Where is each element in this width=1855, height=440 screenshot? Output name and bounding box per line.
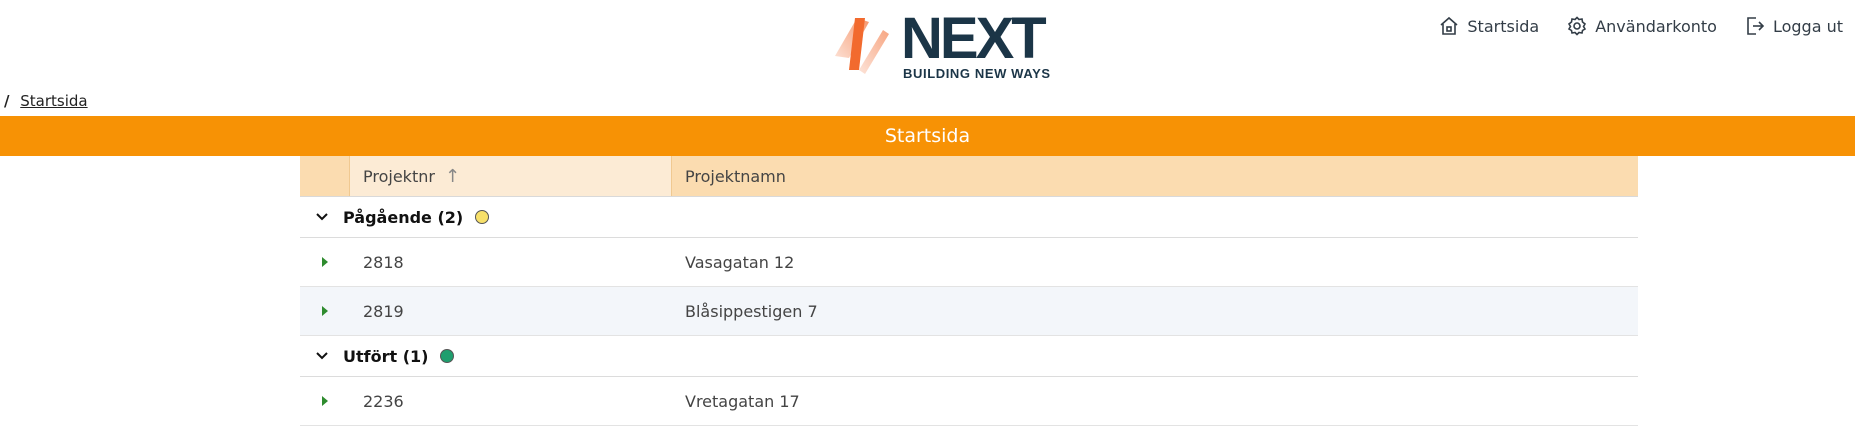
expand-row-icon[interactable] bbox=[300, 305, 350, 317]
cell-projektnr: 2818 bbox=[363, 252, 404, 272]
breadcrumb: / Startsida bbox=[4, 92, 88, 110]
expand-row-icon[interactable] bbox=[300, 395, 350, 407]
nav-startsida-label: Startsida bbox=[1467, 16, 1540, 36]
cell-projektnamn: Blåsippestigen 7 bbox=[685, 301, 818, 321]
nav-anvandarkonto-label: Användarkonto bbox=[1595, 16, 1717, 36]
group-label: Pågående (2) bbox=[343, 207, 464, 227]
cell-projektnamn: Vasagatan 12 bbox=[685, 252, 795, 272]
breadcrumb-link-startsida[interactable]: Startsida bbox=[20, 92, 87, 110]
table-row[interactable]: 2236 Vretagatan 17 bbox=[300, 377, 1638, 426]
table-row[interactable]: 2819 Blåsippestigen 7 bbox=[300, 287, 1638, 336]
expand-row-icon[interactable] bbox=[300, 256, 350, 268]
column-header-projektnamn[interactable]: Projektnamn bbox=[672, 156, 1638, 196]
project-grid: Projektnr ↑ Projektnamn Pågående (2) 281… bbox=[300, 156, 1638, 426]
collapse-chevron-icon[interactable] bbox=[300, 213, 343, 221]
group-row-utfort[interactable]: Utfört (1) bbox=[300, 336, 1638, 377]
column-header-projektnr[interactable]: Projektnr ↑ bbox=[350, 156, 672, 196]
table-row[interactable]: 2818 Vasagatan 12 bbox=[300, 238, 1638, 287]
logo-tagline: BUILDING NEW WAYS bbox=[903, 66, 1051, 81]
logo-mark-icon bbox=[835, 18, 889, 74]
logout-icon bbox=[1747, 17, 1765, 35]
group-label: Utfört (1) bbox=[343, 346, 429, 366]
status-dot-icon bbox=[440, 349, 455, 363]
nav-logga-ut-label: Logga ut bbox=[1772, 16, 1843, 36]
column-header-projektnamn-label: Projektnamn bbox=[685, 166, 786, 186]
status-dot-icon bbox=[475, 210, 490, 224]
nav-logga-ut[interactable]: Logga ut bbox=[1745, 16, 1843, 36]
grid-header: Projektnr ↑ Projektnamn bbox=[300, 156, 1638, 197]
nav-anvandarkonto[interactable]: Användarkonto bbox=[1567, 16, 1717, 36]
logo-wordmark: NEXT bbox=[901, 6, 1047, 71]
collapse-chevron-icon[interactable] bbox=[300, 352, 343, 360]
cell-projektnr: 2236 bbox=[363, 391, 404, 411]
sort-ascending-icon: ↑ bbox=[444, 165, 461, 187]
nav-startsida[interactable]: Startsida bbox=[1439, 16, 1539, 36]
top-navigation: Startsida Användarkonto Logga ut bbox=[1439, 10, 1855, 42]
cell-projektnr: 2819 bbox=[363, 301, 404, 321]
header-expand-cell bbox=[300, 156, 350, 196]
group-row-pagaende[interactable]: Pågående (2) bbox=[300, 197, 1638, 238]
page-title: Startsida bbox=[884, 125, 971, 147]
cell-projektnamn: Vretagatan 17 bbox=[685, 391, 800, 411]
column-header-projektnr-label: Projektnr bbox=[363, 166, 435, 186]
page-title-bar: Startsida bbox=[0, 116, 1855, 156]
logo: NEXT BUILDING NEW WAYS bbox=[825, 8, 1060, 82]
gear-icon bbox=[1568, 16, 1587, 36]
home-icon bbox=[1440, 16, 1458, 35]
breadcrumb-separator: / bbox=[4, 92, 10, 110]
